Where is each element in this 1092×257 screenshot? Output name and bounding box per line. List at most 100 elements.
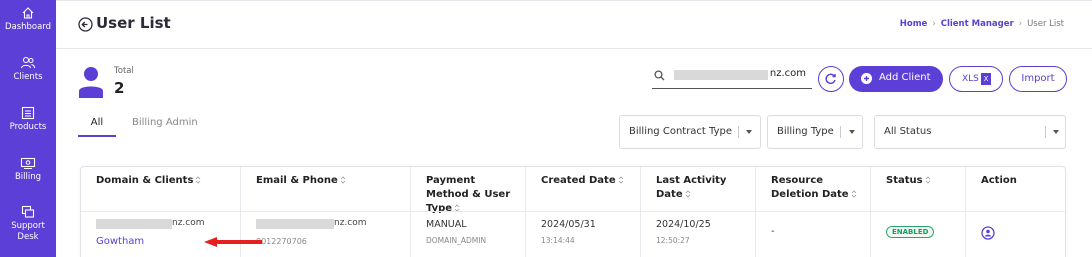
header-label: Domain & Clients <box>96 175 194 186</box>
created-time: 13:14:44 <box>541 236 575 245</box>
annotation-arrow-icon <box>204 237 262 247</box>
home-icon <box>22 7 34 19</box>
sidebar: Dashboard Clients Products Billing Suppo… <box>0 0 56 257</box>
created-date: 2024/05/31 <box>541 219 596 230</box>
chevron-down-icon <box>746 130 752 134</box>
sidebar-item-label: Clients <box>13 72 43 82</box>
cell-created: 2024/05/31 13:14:44 <box>526 212 641 257</box>
user-type: DOMAIN_ADMIN <box>426 236 487 245</box>
cell-resource-deletion: - <box>756 212 871 257</box>
billing-type-select[interactable]: Billing Type <box>767 115 863 149</box>
users-icon <box>20 56 35 69</box>
filter-label: All Status <box>884 126 932 137</box>
header-label: Action <box>981 175 1017 186</box>
header-label: Email & Phone <box>256 175 338 186</box>
column-header-last-activity[interactable]: Last Activity Date <box>641 167 756 211</box>
sidebar-item-products[interactable]: Products <box>0 106 56 152</box>
xls-label: XLS <box>962 74 979 84</box>
sort-icon <box>685 190 690 198</box>
email-suffix: nz.com <box>334 218 367 228</box>
refresh-button[interactable] <box>818 66 844 92</box>
back-arrow-icon[interactable] <box>78 17 93 32</box>
billing-icon <box>20 157 36 169</box>
column-header-domain[interactable]: Domain & Clients <box>81 167 241 211</box>
filter-label: Billing Type <box>777 126 834 137</box>
breadcrumb-current: User List <box>1027 19 1064 29</box>
sidebar-item-dashboard[interactable]: Dashboard <box>0 6 56 52</box>
status-badge: ENABLED <box>886 226 935 238</box>
phone-number: 8012270706 <box>256 237 307 246</box>
plus-circle-icon <box>861 73 872 84</box>
payment-method: MANUAL <box>426 219 467 230</box>
domain-suffix: nz.com <box>172 218 205 228</box>
refresh-icon <box>825 73 836 84</box>
status-select[interactable]: All Status <box>874 115 1066 149</box>
search-field[interactable] <box>652 67 812 89</box>
breadcrumb-client-manager[interactable]: Client Manager <box>941 19 1014 29</box>
redacted-text <box>256 219 334 229</box>
sidebar-item-billing[interactable]: Billing <box>0 156 56 202</box>
divider <box>738 126 739 138</box>
sort-icon <box>196 176 201 184</box>
header-label: Resource Deletion Date <box>771 175 849 200</box>
cell-domain: nz.com Gowtham <box>81 212 241 257</box>
header-label: Created Date <box>541 175 616 186</box>
main-content: User List Home › Client Manager › User List … <box>56 0 1092 257</box>
sidebar-item-label: Dashboard <box>4 22 52 32</box>
add-client-button[interactable]: Add Client <box>849 66 943 92</box>
sidebar-item-label: Products <box>9 122 47 132</box>
cell-action <box>966 212 1065 257</box>
total-count: 2 <box>114 79 125 97</box>
client-name-link[interactable]: Gowtham <box>96 236 144 247</box>
chevron-right-icon: › <box>1018 19 1023 29</box>
breadcrumb: Home › Client Manager › User List <box>900 19 1064 29</box>
support-icon <box>21 205 35 218</box>
export-xls-button[interactable]: XLS X <box>949 66 1003 92</box>
filter-label: Billing Contract Type <box>629 126 733 137</box>
total-label: Total <box>114 66 134 76</box>
products-icon <box>21 106 35 120</box>
search-input[interactable] <box>652 68 806 79</box>
page-header: User List Home › Client Manager › User List <box>56 0 1092 49</box>
sort-icon <box>618 176 623 184</box>
chevron-down-icon <box>1053 130 1059 134</box>
column-header-created[interactable]: Created Date <box>526 167 641 211</box>
import-button[interactable]: Import <box>1009 66 1067 92</box>
user-icon <box>79 67 103 98</box>
chevron-right-icon: › <box>932 19 936 29</box>
column-header-email[interactable]: Email & Phone <box>241 167 411 211</box>
last-activity-date: 2024/10/25 <box>656 219 711 230</box>
page-title: User List <box>96 14 171 32</box>
sort-icon <box>851 190 856 198</box>
excel-file-icon: X <box>981 73 991 85</box>
column-header-payment[interactable]: Payment Method & User Type <box>411 167 526 214</box>
divider <box>1045 126 1046 138</box>
user-circle-icon[interactable] <box>981 226 995 240</box>
divider <box>840 126 841 138</box>
sort-icon <box>340 176 346 184</box>
add-client-label: Add Client <box>879 72 931 83</box>
sort-icon <box>925 176 930 184</box>
tab-billing-admin[interactable]: Billing Admin <box>132 117 198 128</box>
column-header-resource-deletion[interactable]: Resource Deletion Date <box>756 167 871 211</box>
column-header-status[interactable]: Status <box>871 167 966 211</box>
redacted-text <box>96 219 172 229</box>
header-label: Last Activity Date <box>656 175 727 200</box>
column-header-action: Action <box>966 167 1065 211</box>
cell-last-activity: 2024/10/25 12:50:27 <box>641 212 756 257</box>
header-label: Payment Method & User Type <box>426 175 511 214</box>
cell-payment: MANUAL DOMAIN_ADMIN <box>411 212 526 257</box>
last-activity-time: 12:50:27 <box>656 236 690 245</box>
cell-email: nz.com 8012270706 <box>241 212 411 257</box>
breadcrumb-home[interactable]: Home <box>900 19 928 29</box>
cell-status: ENABLED <box>871 212 966 257</box>
chevron-down-icon <box>849 130 855 134</box>
header-label: Status <box>886 175 923 186</box>
sidebar-item-clients[interactable]: Clients <box>0 56 56 102</box>
sidebar-item-label: Billing <box>14 172 42 182</box>
sidebar-item-support[interactable]: Support Desk <box>0 205 56 251</box>
billing-contract-type-select[interactable]: Billing Contract Type <box>619 115 761 149</box>
resource-deletion-date: - <box>771 226 775 237</box>
sidebar-item-label: Support Desk <box>11 221 45 242</box>
tab-all[interactable]: All <box>78 117 116 137</box>
